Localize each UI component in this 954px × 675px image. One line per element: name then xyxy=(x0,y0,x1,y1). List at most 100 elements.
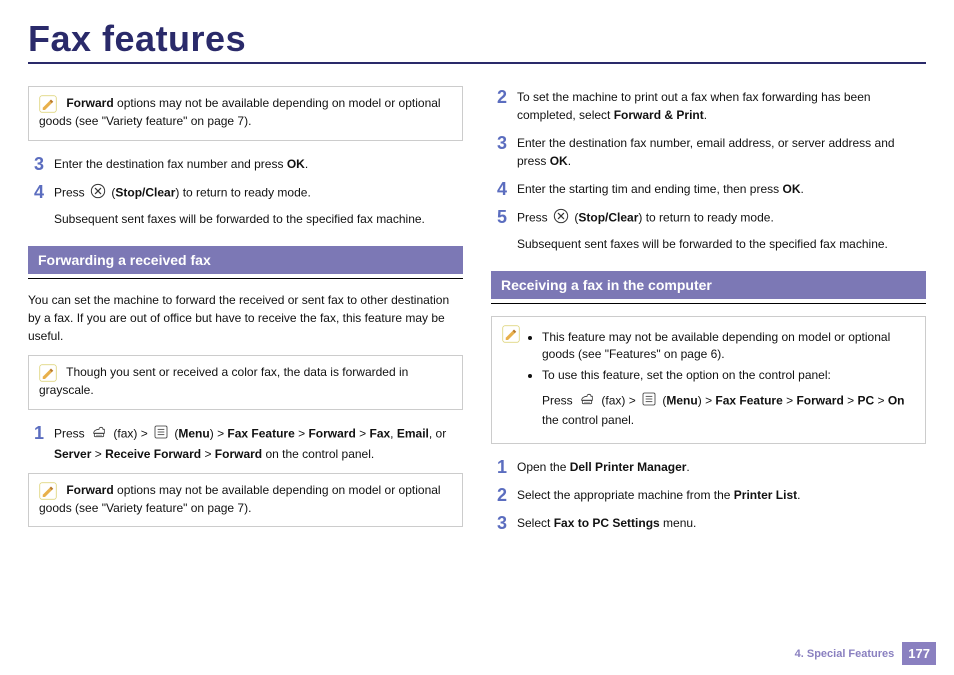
b: Dell Printer Manager xyxy=(570,460,687,474)
step-subtext: Subsequent sent faxes will be forwarded … xyxy=(54,210,463,228)
step-text: Press xyxy=(54,185,88,199)
t: the control panel. xyxy=(542,413,634,427)
step-number: 3 xyxy=(491,134,507,170)
note-li-1: This feature may not be available depend… xyxy=(542,329,915,363)
t: menu. xyxy=(660,516,697,530)
note-forward-options-1: Forward options may not be available dep… xyxy=(28,86,463,141)
b: Server xyxy=(54,447,91,461)
stop-clear-icon xyxy=(553,208,569,229)
t: , xyxy=(390,426,397,440)
b: OK xyxy=(782,182,800,196)
b: Menu xyxy=(666,394,697,408)
rstep-1: 1 Open the Dell Printer Manager. xyxy=(491,458,926,476)
step-bold: Stop/Clear xyxy=(115,185,175,199)
section-receiving-computer: Receiving a fax in the computer xyxy=(491,271,926,299)
b: Forward xyxy=(215,447,262,461)
step-text: ) to return to ready mode. xyxy=(175,185,310,199)
b: Forward xyxy=(308,426,355,440)
t: Select xyxy=(517,516,554,530)
content-columns: Forward options may not be available dep… xyxy=(28,78,926,542)
page-footer: 4. Special Features 177 xyxy=(795,642,936,665)
left-column: Forward options may not be available dep… xyxy=(28,78,463,542)
step-number: 2 xyxy=(491,486,507,504)
rcstep-4: 4 Enter the starting tim and ending time… xyxy=(491,180,926,198)
b: Fax to PC Settings xyxy=(554,516,660,530)
t: ) > xyxy=(698,394,716,408)
t: > xyxy=(295,426,309,440)
step-number: 3 xyxy=(491,514,507,532)
b: Receive Forward xyxy=(105,447,201,461)
t: > xyxy=(356,426,370,440)
t: , or xyxy=(429,426,446,440)
menu-icon xyxy=(153,424,169,445)
t: . xyxy=(797,488,800,502)
t: > xyxy=(844,394,858,408)
fax-icon xyxy=(90,424,108,445)
b: Stop/Clear xyxy=(578,211,638,225)
step-text: Enter the destination fax number and pre… xyxy=(54,157,287,171)
pencil-icon xyxy=(502,325,520,343)
note-bold: Forward xyxy=(66,483,113,497)
stop-clear-icon xyxy=(90,183,106,204)
step-number: 2 xyxy=(491,88,507,124)
t: (fax) > xyxy=(113,426,151,440)
t: Press xyxy=(517,211,551,225)
step-text: . xyxy=(305,157,308,171)
footer-page-number: 177 xyxy=(902,642,936,665)
t: . xyxy=(686,460,689,474)
pencil-icon xyxy=(39,95,57,113)
step-3: 3 Enter the destination fax number and p… xyxy=(28,155,463,173)
section-forwarding-received: Forwarding a received fax xyxy=(28,246,463,274)
t: Press xyxy=(542,394,576,408)
t: (fax) > xyxy=(601,394,639,408)
page-title: Fax features xyxy=(28,18,926,60)
rstep-2: 2 Select the appropriate machine from th… xyxy=(491,486,926,504)
t: Select the appropriate machine from the xyxy=(517,488,734,502)
b: Forward xyxy=(796,394,843,408)
rstep-3: 3 Select Fax to PC Settings menu. xyxy=(491,514,926,532)
step-number: 1 xyxy=(491,458,507,476)
t: Press xyxy=(54,426,88,440)
t: Open the xyxy=(517,460,570,474)
t: > xyxy=(91,447,105,461)
b: Email xyxy=(397,426,429,440)
t: ) > xyxy=(210,426,228,440)
t: > xyxy=(783,394,797,408)
t: Enter the destination fax number, email … xyxy=(517,136,895,168)
b: OK xyxy=(550,154,568,168)
step-number: 3 xyxy=(28,155,44,173)
steps-receiving-computer: 1 Open the Dell Printer Manager. 2 Selec… xyxy=(491,458,926,532)
fstep-1: 1 Press (fax) > (Menu) > Fax Feature > F… xyxy=(28,424,463,463)
step-4: 4 Press (Stop/Clear) to return to ready … xyxy=(28,183,463,228)
t: > xyxy=(201,447,215,461)
t: ) to return to ready mode. xyxy=(638,211,773,225)
step-number: 5 xyxy=(491,208,507,253)
rcstep-3: 3 Enter the destination fax number, emai… xyxy=(491,134,926,170)
section-intro: You can set the machine to forward the r… xyxy=(28,291,463,345)
t: > xyxy=(874,394,888,408)
b: Fax Feature xyxy=(715,394,782,408)
fax-icon xyxy=(578,391,596,412)
note-forward-options-2: Forward options may not be available dep… xyxy=(28,473,463,528)
steps-continue-left: 3 Enter the destination fax number and p… xyxy=(28,155,463,228)
step-subtext: Subsequent sent faxes will be forwarded … xyxy=(517,235,926,253)
step-number: 1 xyxy=(28,424,44,463)
pencil-icon xyxy=(39,482,57,500)
pencil-icon xyxy=(39,364,57,382)
section-underline xyxy=(28,278,463,279)
t: Enter the starting tim and ending time, … xyxy=(517,182,782,196)
steps-continue-right: 2 To set the machine to print out a fax … xyxy=(491,88,926,253)
section-underline xyxy=(491,303,926,304)
note-li-2: To use this feature, set the option on t… xyxy=(542,367,915,429)
t: on the control panel. xyxy=(262,447,374,461)
b: PC xyxy=(857,394,874,408)
t: . xyxy=(704,108,707,122)
rcstep-2: 2 To set the machine to print out a fax … xyxy=(491,88,926,124)
footer-chapter: 4. Special Features xyxy=(795,648,895,660)
b: Printer List xyxy=(734,488,797,502)
t: . xyxy=(800,182,803,196)
rcstep-5: 5 Press (Stop/Clear) to return to ready … xyxy=(491,208,926,253)
t: To use this feature, set the option on t… xyxy=(542,368,831,382)
step-bold: OK xyxy=(287,157,305,171)
step-number: 4 xyxy=(491,180,507,198)
